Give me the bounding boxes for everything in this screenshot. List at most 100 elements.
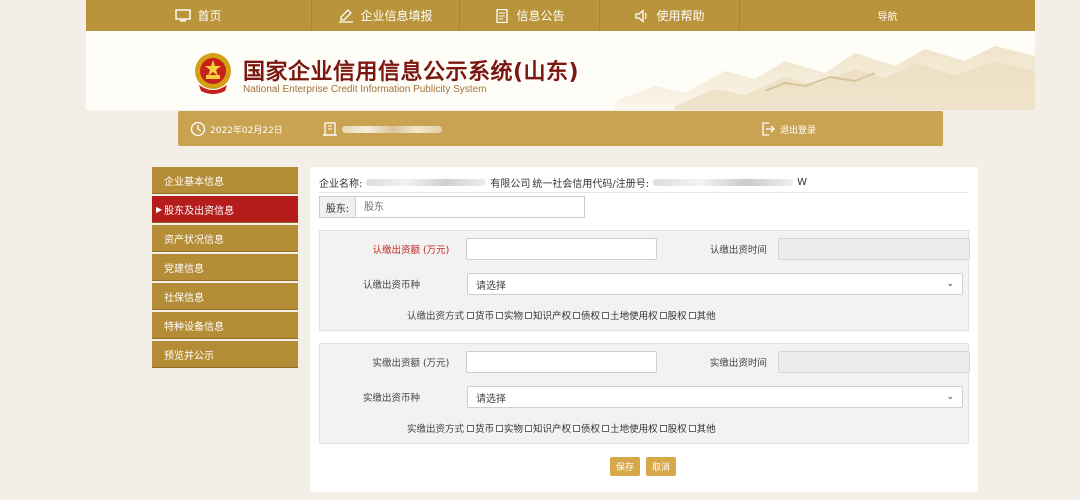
form-actions: 保存 取消 <box>610 457 676 476</box>
company-info-line: 企业名称: 有限公司 统一社会信用代码/注册号: W <box>319 175 807 190</box>
building-icon <box>322 121 338 137</box>
sidebar-item-assets[interactable]: 资产状况信息 <box>152 225 298 252</box>
subscribed-method-row: 认缴出资方式 货币 实物 知识产权 债权 土地使用权 股权 其他 <box>320 308 970 322</box>
great-wall-background <box>615 31 1035 110</box>
sidebar-item-shareholders[interactable]: ▶ 股东及出资信息 <box>152 196 298 223</box>
paid-amount-input[interactable] <box>466 351 658 373</box>
paid-currency-label: 实缴出资币种 <box>362 393 420 404</box>
method-checkbox-ip[interactable]: 知识产权 <box>525 308 571 322</box>
subscribed-currency-select[interactable]: 请选择 ⌄ <box>467 273 963 295</box>
info-bar: 2022年02月22日 退出登录 <box>178 111 943 146</box>
subscribed-amount-input[interactable] <box>466 238 658 260</box>
method-checkbox-goods[interactable]: 实物 <box>496 308 523 322</box>
nav-announcements-label: 信息公告 <box>516 9 565 23</box>
paid-currency-row: 实缴出资币种 请选择 ⌄ <box>320 386 970 408</box>
logout-button[interactable]: 退出登录 <box>760 121 816 137</box>
sidebar-item-party[interactable]: 党建信息 <box>152 254 298 281</box>
shareholder-input[interactable] <box>355 196 585 218</box>
subscribed-method-checkboxes: 货币 实物 知识产权 债权 土地使用权 股权 其他 <box>467 308 718 322</box>
paid-currency-select[interactable]: 请选择 ⌄ <box>467 386 963 408</box>
credit-code-redacted <box>653 179 794 186</box>
company-name-redacted <box>366 179 487 186</box>
edit-icon <box>338 8 354 23</box>
method-checkbox-land[interactable]: 土地使用权 <box>602 308 658 322</box>
sidebar-item-label: 企业基本信息 <box>164 176 224 188</box>
national-emblem-icon <box>195 53 231 94</box>
subscribed-time-input[interactable] <box>777 238 970 260</box>
sidebar-item-label: 预览并公示 <box>164 350 214 362</box>
company-name-label: 企业名称: <box>319 179 363 190</box>
method-checkbox-debt[interactable]: 债权 <box>573 421 600 435</box>
speaker-icon <box>634 8 650 23</box>
date-display: 2022年02月22日 <box>190 121 283 137</box>
method-checkbox-debt[interactable]: 债权 <box>573 308 600 322</box>
method-checkbox-ip[interactable]: 知识产权 <box>525 421 571 435</box>
method-checkbox-equity[interactable]: 股权 <box>659 421 687 435</box>
subscribed-currency-row: 认缴出资币种 请选择 ⌄ <box>320 273 970 295</box>
logout-icon <box>760 121 776 137</box>
subscribed-section: 认缴出资额 (万元) 认缴出资时间 认缴出资币种 请选择 ⌄ 认缴出资方式 货币… <box>319 230 970 331</box>
cancel-button[interactable]: 取消 <box>646 457 676 476</box>
nav-help[interactable]: 使用帮助 <box>600 0 740 31</box>
method-checkbox-currency[interactable]: 货币 <box>467 421 494 435</box>
nav-home-label: 首页 <box>197 9 222 23</box>
paid-method-checkboxes: 货币 实物 知识产权 债权 土地使用权 股权 其他 <box>467 421 718 435</box>
site-header: 国家企业信用信息公示系统(山东) National Enterprise Cre… <box>86 31 1035 110</box>
site-title: 国家企业信用信息公示系统(山东) <box>243 60 580 85</box>
company-name-redacted <box>342 125 442 133</box>
nav-help-label: 使用帮助 <box>656 9 705 23</box>
clock-icon <box>190 121 206 137</box>
method-checkbox-goods[interactable]: 实物 <box>496 421 523 435</box>
monitor-icon <box>175 8 192 23</box>
sidebar-item-label: 特种设备信息 <box>164 321 224 333</box>
nav-home[interactable]: 首页 <box>86 0 312 31</box>
paid-amount-label: 实缴出资额 (万元) <box>372 358 450 369</box>
credit-code-suffix: W <box>797 177 808 188</box>
divider <box>319 192 969 193</box>
nav-enterprise-report-label: 企业信息填报 <box>360 9 433 23</box>
sidebar-item-label: 社保信息 <box>164 292 204 304</box>
logout-label: 退出登录 <box>780 125 817 136</box>
select-value: 请选择 <box>476 280 506 292</box>
save-button[interactable]: 保存 <box>610 457 640 476</box>
method-checkbox-land[interactable]: 土地使用权 <box>602 421 658 435</box>
sidebar-item-special-equipment[interactable]: 特种设备信息 <box>152 312 298 339</box>
shareholder-row: 股东: <box>319 196 585 218</box>
sidebar-item-basic-info[interactable]: 企业基本信息 <box>152 167 298 194</box>
paid-time-input[interactable] <box>777 351 970 373</box>
sidebar-item-label: 党建信息 <box>164 263 204 275</box>
sidebar-item-label: 股东及出资信息 <box>164 205 235 217</box>
method-checkbox-equity[interactable]: 股权 <box>659 308 687 322</box>
triangle-right-icon: ▶ <box>156 204 163 214</box>
subscribed-method-label: 认缴出资方式 <box>406 311 464 322</box>
company-name-suffix: 有限公司 <box>490 179 531 190</box>
credit-code-label: 统一社会信用代码/注册号: <box>532 179 650 190</box>
company-display <box>322 121 442 137</box>
paid-time-label: 实缴出资时间 <box>709 358 767 369</box>
nav-announcements[interactable]: 信息公告 <box>460 0 600 31</box>
site-subtitle: National Enterprise Credit Information P… <box>243 84 487 95</box>
paid-amount-row: 实缴出资额 (万元) 实缴出资时间 <box>320 351 970 373</box>
subscribed-amount-label: 认缴出资额 (万元) <box>372 245 450 256</box>
main-panel: 企业名称: 有限公司 统一社会信用代码/注册号: W 股东: 认缴出资额 (万元… <box>310 167 978 492</box>
paid-section: 实缴出资额 (万元) 实缴出资时间 实缴出资币种 请选择 ⌄ 实缴出资方式 货币… <box>319 343 970 444</box>
chevron-down-icon: ⌄ <box>946 279 954 289</box>
nav-navigation[interactable]: 导航 <box>740 0 1035 31</box>
method-checkbox-currency[interactable]: 货币 <box>467 308 494 322</box>
select-value: 请选择 <box>476 393 506 405</box>
sidebar-item-label: 资产状况信息 <box>164 234 224 246</box>
document-icon <box>494 8 510 23</box>
sidebar-item-preview-publish[interactable]: 预览并公示 <box>152 341 298 368</box>
sidebar-item-social-security[interactable]: 社保信息 <box>152 283 298 310</box>
subscribed-amount-row: 认缴出资额 (万元) 认缴出资时间 <box>320 238 970 260</box>
nav-enterprise-report[interactable]: 企业信息填报 <box>312 0 460 31</box>
nav-navigation-label: 导航 <box>877 12 898 23</box>
top-nav: 首页 企业信息填报 信息公告 使用帮助 导航 <box>86 0 1035 31</box>
paid-method-label: 实缴出资方式 <box>406 424 464 435</box>
date-text: 2022年02月22日 <box>210 125 283 136</box>
paid-method-row: 实缴出资方式 货币 实物 知识产权 债权 土地使用权 股权 其他 <box>320 421 970 435</box>
method-checkbox-other[interactable]: 其他 <box>688 308 716 322</box>
sidebar: 企业基本信息 ▶ 股东及出资信息 资产状况信息 党建信息 社保信息 特种设备信息 … <box>152 167 298 370</box>
subscribed-time-label: 认缴出资时间 <box>709 245 767 256</box>
method-checkbox-other[interactable]: 其他 <box>688 421 716 435</box>
